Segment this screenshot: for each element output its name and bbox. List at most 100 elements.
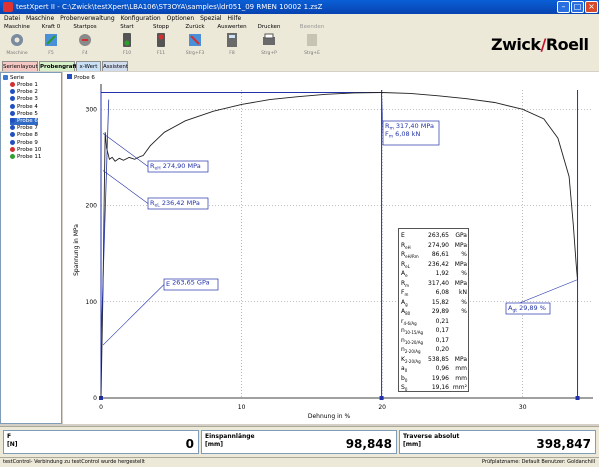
tab-assistent[interactable]: Assistent <box>102 61 128 71</box>
clamping-length-label: Einspannlänge <box>205 433 255 440</box>
result-row: n2-20/Ag 0,20 <box>401 345 467 354</box>
kraft0-button[interactable]: Kraft 0 F5 <box>34 24 68 59</box>
maschine-button[interactable]: Maschine Maschine <box>0 24 34 59</box>
kraft0-shortcut: F5 <box>48 51 54 56</box>
force-value: 0 <box>185 437 194 451</box>
result-unit: mm <box>455 365 467 372</box>
auswerten-label: Auswerten <box>217 24 247 30</box>
chart-header: Probe 6 <box>67 74 95 81</box>
tree-root[interactable]: Serie <box>3 75 24 82</box>
zurueck-shortcut: Strg+F3 <box>185 51 205 56</box>
result-row: E 263,65 GPa <box>401 231 467 240</box>
result-row: Rm 317,40 MPa <box>401 279 467 288</box>
zwick-roell-logo: Zwick/Roell <box>491 35 589 54</box>
tree-item-probe-4[interactable]: Probe 4 <box>10 103 38 111</box>
evaluate-icon <box>227 33 237 47</box>
tree-item-probe-11[interactable]: Probe 11 <box>10 154 41 161</box>
zurueck-button[interactable]: Zurück Strg+F3 <box>178 24 212 59</box>
tab-x-wert[interactable]: x-Wert <box>76 61 101 71</box>
tree-item-label: Probe 7 <box>17 125 38 132</box>
tree-item-probe-9[interactable]: Probe 9 <box>10 139 38 147</box>
tree-item-label: Probe 5 <box>17 110 38 117</box>
menu-hilfe[interactable]: Hilfe <box>228 14 242 23</box>
result-row: ReH 274,90 MPa <box>401 241 467 250</box>
finish-icon <box>307 34 317 46</box>
result-row: Ae 1,92% <box>401 269 467 278</box>
specimen-status-icon <box>10 118 15 123</box>
kraft0-label: Kraft 0 <box>41 24 61 30</box>
stopp-shortcut: F11 <box>156 51 166 56</box>
crosshead-unit: [mm] <box>403 441 421 448</box>
result-value: 0,20 <box>435 346 449 353</box>
specimen-status-icon <box>10 89 15 95</box>
tree-item-probe-8[interactable]: Probe 8 <box>10 132 38 139</box>
tree-item-probe-6[interactable]: Probe 6 <box>10 118 38 125</box>
specimen-status-icon <box>10 110 15 116</box>
series-icon <box>3 75 8 80</box>
crosshead-readout: Traverse absolut [mm] 398,847 <box>399 430 596 454</box>
result-row: ReL 236,42 MPa <box>401 260 467 269</box>
result-unit: mm² <box>452 384 467 391</box>
tree-item-probe-10[interactable]: Probe 10 <box>10 146 42 154</box>
menu-optionen[interactable]: Optionen <box>167 14 195 23</box>
startpos-button[interactable]: Startpos F4 <box>68 24 102 59</box>
startpos-label: Startpos <box>73 24 97 30</box>
result-value: 236,42 <box>428 260 449 268</box>
minimize-button[interactable]: – <box>557 1 570 13</box>
tree-item-label: Probe 10 <box>17 146 42 153</box>
result-row: K2-20/Ag 538,85 MPa <box>401 355 467 364</box>
tree-item-label: Probe 3 <box>17 96 38 103</box>
drucken-shortcut: Strg+P <box>261 51 277 56</box>
result-row: n10-20/Ag 0,17 <box>401 336 467 345</box>
start-position-icon <box>79 34 91 46</box>
tree-item-probe-5[interactable]: Probe 5 <box>10 110 38 118</box>
tree-item-probe-1[interactable]: Probe 1 <box>10 82 38 89</box>
specimen-status-icon <box>10 96 15 102</box>
start-button[interactable]: Start F10 <box>110 24 144 59</box>
result-row: S0 19,16 mm² <box>401 383 467 392</box>
start-icon <box>123 33 131 47</box>
tab-probengrafik[interactable]: Probengrafik <box>39 61 80 71</box>
menu-maschine[interactable]: Maschine <box>26 14 54 23</box>
tree-item-probe-3[interactable]: Probe 3 <box>10 96 38 103</box>
tree-item-label: Probe 9 <box>17 139 38 146</box>
result-value: 0,96 <box>435 365 449 372</box>
beenden-button[interactable]: Beenden Strg+E <box>295 24 329 59</box>
menu-probenverwaltung[interactable]: Probenverwaltung <box>60 14 115 23</box>
result-value: 0,21 <box>435 317 449 325</box>
force-readout: F [N] 0 <box>3 430 199 454</box>
result-row: n10-15/Ag 0,17 <box>401 326 467 335</box>
result-row: a0 0,96 mm <box>401 364 467 373</box>
tree-item-probe-2[interactable]: Probe 2 <box>10 89 38 96</box>
return-icon <box>189 34 201 46</box>
maximize-button[interactable]: □ <box>571 1 584 13</box>
menu-konfiguration[interactable]: Konfiguration <box>121 14 161 23</box>
specimen-tree: Serie Probe 1 Probe 2 Probe 3 Probe 4 Probe … <box>0 72 62 424</box>
crosshead-value: 398,847 <box>536 437 591 451</box>
menu-spezial[interactable]: Spezial <box>200 14 221 23</box>
result-unit: mm <box>455 374 467 382</box>
result-value: 29,89 <box>431 308 449 315</box>
clamping-length-value: 98,848 <box>345 437 392 451</box>
drucken-button[interactable]: Drucken Strg+P <box>252 24 286 59</box>
auswerten-button[interactable]: Auswerten F8 <box>215 24 249 59</box>
stop-icon <box>157 33 165 47</box>
tab-serienlayout[interactable]: Serienlayout <box>2 61 38 71</box>
stopp-button[interactable]: Stopp F11 <box>144 24 178 59</box>
tree-item-label: Probe 2 <box>17 89 38 96</box>
force-unit: [N] <box>7 441 18 448</box>
app-icon <box>3 2 13 12</box>
beenden-shortcut: Strg+E <box>304 51 320 56</box>
tree-item-probe-7[interactable]: Probe 7 <box>10 125 38 132</box>
maschine-shortcut: Maschine <box>6 51 28 56</box>
menu-datei[interactable]: Datei <box>4 14 20 23</box>
result-row: A80 29,89% <box>401 307 467 316</box>
beenden-label: Beenden <box>299 24 325 30</box>
result-unit: % <box>461 308 467 315</box>
result-unit: kN <box>459 289 467 296</box>
start-shortcut: F10 <box>122 51 132 56</box>
result-unit: % <box>461 251 467 258</box>
result-unit: MPa <box>454 355 467 363</box>
window-titlebar: testXpert II - C:\Zwick\testXpert\LBA106… <box>0 0 599 14</box>
close-button[interactable]: × <box>585 1 598 13</box>
